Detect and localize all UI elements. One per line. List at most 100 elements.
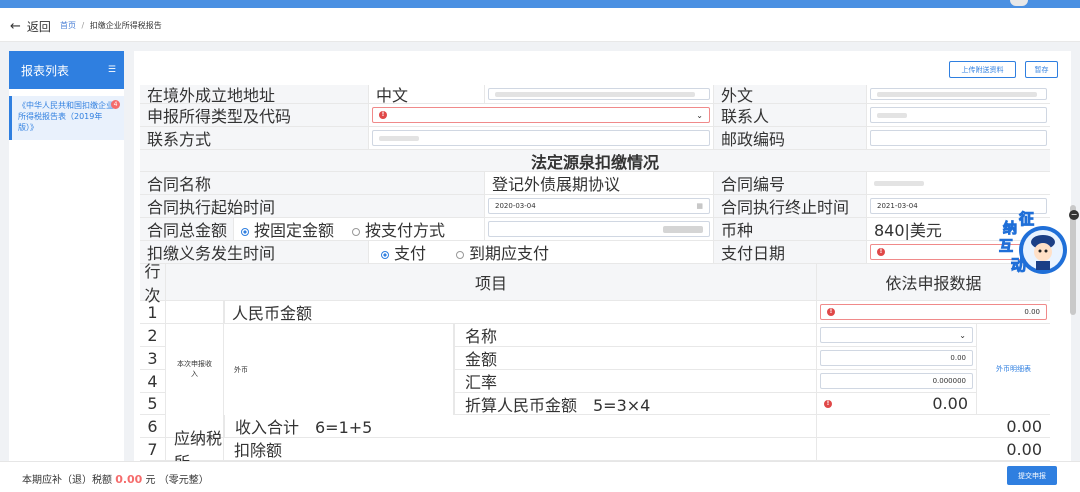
- field-label: 合同编号: [714, 172, 867, 194]
- currency-name-field[interactable]: ⌄: [817, 324, 977, 347]
- currency-name-select[interactable]: ⌄: [820, 327, 973, 343]
- contract-amount-field[interactable]: [485, 218, 714, 240]
- breadcrumb-home[interactable]: 首页: [60, 21, 76, 30]
- row-label: 扣除额: [224, 438, 817, 460]
- back-button[interactable]: ← 返回: [10, 18, 51, 35]
- mascot-widget[interactable]: 征 纳 互 动: [997, 210, 1073, 282]
- rmb-amount-input[interactable]: ! 0.00: [820, 304, 1047, 320]
- avatar[interactable]: [1010, 0, 1028, 6]
- form-row: 合同名称 登记外债展期协议 合同编号: [140, 172, 1050, 195]
- report-form: 在境外成立地地址 中文 外文 申报所得类型及代码 ! ⌄ 联系人 联系方式 邮政编…: [140, 85, 1050, 461]
- mascot-char: 互: [999, 239, 1014, 256]
- foreign-amount-field[interactable]: 0.00: [817, 347, 977, 370]
- sidebar-item-label: 《中华人民共和国扣缴企业所得税报告表（2019年版）》: [18, 101, 114, 132]
- radio-due[interactable]: 到期应支付: [456, 240, 549, 264]
- row-number: 7: [140, 438, 166, 460]
- field-label: 合同总金额: [140, 218, 234, 240]
- page-header: ← 返回 首页 / 扣缴企业所得税报告: [0, 8, 1080, 42]
- section-title-label: 法定源泉扣缴情况: [530, 152, 659, 172]
- deduction-value: 0.00: [1006, 439, 1042, 459]
- contract-start-date-input[interactable]: 2020-03-04 ▦: [488, 198, 710, 214]
- form-row: 在境外成立地地址 中文 外文: [140, 85, 1050, 105]
- field-label: 币种: [714, 218, 867, 240]
- address-cn-field[interactable]: [485, 85, 714, 103]
- error-icon: !: [877, 248, 885, 256]
- save-draft-button[interactable]: 暂存: [1025, 61, 1058, 78]
- sidebar-item-report[interactable]: 《中华人民共和国扣缴企业所得税报告表（2019年版）》 4: [9, 96, 124, 140]
- row-label: 名称: [454, 324, 817, 347]
- field-label: 扣缴义务发生时间: [140, 241, 369, 263]
- chevron-down-icon: ⌄: [696, 110, 703, 120]
- table-row: 5 折算人民币金额 5=3×4 ! 0.00: [140, 393, 1050, 415]
- radio-fixed-amount[interactable]: 按固定金额: [241, 217, 334, 241]
- contact-phone-input[interactable]: [372, 130, 710, 146]
- field-label: 邮政编码: [714, 127, 867, 149]
- foreign-amount-input[interactable]: 0.00: [820, 350, 973, 366]
- field-label: 联系方式: [140, 127, 369, 149]
- field-label: 外文: [714, 85, 867, 105]
- error-icon: !: [379, 111, 387, 119]
- address-foreign-input[interactable]: [870, 88, 1047, 100]
- sidebar: 报表列表 ☰ 《中华人民共和国扣缴企业所得税报告表（2019年版）》 4: [9, 51, 124, 461]
- field-label: 合同名称: [140, 172, 485, 194]
- table-row: 3 金额 0.00: [140, 347, 1050, 370]
- income-total-value: 0.00: [1006, 416, 1042, 436]
- row-label: 汇率: [454, 370, 817, 393]
- tax-due-words: （零元整）: [158, 475, 209, 486]
- tax-due-label: 本期应补（退）税额: [22, 475, 112, 486]
- rmb-amount-field[interactable]: ! 0.00: [817, 301, 1050, 323]
- contact-person-input[interactable]: [870, 107, 1047, 123]
- income-type-field[interactable]: ! ⌄: [369, 104, 714, 126]
- table-row: 7 应纳税所 扣除额 0.00: [140, 429, 1050, 461]
- arrow-left-icon: ←: [10, 19, 21, 34]
- chevron-down-icon: ⌄: [959, 330, 966, 340]
- exchange-rate-input[interactable]: 0.000000: [820, 373, 973, 389]
- radio-by-payment[interactable]: 按支付方式: [352, 217, 445, 241]
- contract-amount-mode: 按固定金额 按支付方式: [234, 218, 485, 240]
- income-type-select[interactable]: ! ⌄: [372, 107, 710, 123]
- table-row: 1 人民币金额 ! 0.00: [140, 301, 1050, 324]
- submit-declaration-button[interactable]: 提交申报: [1007, 466, 1057, 485]
- contract-end-date: 2021-03-04: [877, 202, 918, 210]
- radio-unchecked-icon: [352, 227, 361, 236]
- form-row: 扣缴义务发生时间 支付 到期应支付 支付日期 !: [140, 241, 1050, 264]
- row-number: 4: [140, 370, 166, 393]
- table-row: 2 名称 ⌄: [140, 324, 1050, 347]
- form-row: 申报所得类型及代码 ! ⌄ 联系人: [140, 104, 1050, 127]
- postal-code-input[interactable]: [870, 130, 1047, 146]
- back-label: 返回: [26, 20, 51, 34]
- address-cn-input[interactable]: [488, 88, 710, 100]
- contact-person-field[interactable]: [867, 104, 1050, 126]
- radio-checked-icon: [381, 250, 389, 259]
- main-panel: 上传附送资料 暂存 在境外成立地地址 中文 外文 申报所得类型及代码 ! ⌄ 联系…: [134, 51, 1071, 461]
- field-label: 合同执行起始时间: [140, 195, 485, 217]
- error-icon: !: [824, 399, 832, 408]
- exchange-rate-field[interactable]: 0.000000: [817, 370, 977, 393]
- contract-amount-input[interactable]: [488, 221, 710, 237]
- top-accent-bar: [0, 0, 1080, 8]
- field-label: 在境外成立地地址: [140, 85, 369, 105]
- foreign-detail-link[interactable]: 外币明细表: [977, 324, 1050, 415]
- calendar-icon: ▦: [696, 202, 703, 210]
- group-next-label: 应纳税所: [166, 429, 224, 461]
- table-row: 6 收入合计 6=1+5 0.00: [140, 415, 1050, 438]
- sidebar-title: 报表列表 ☰: [9, 51, 124, 89]
- radio-paid[interactable]: 支付: [381, 240, 426, 264]
- table-row: 4 汇率 0.000000: [140, 370, 1050, 393]
- table-header: 行次 项目 依法申报数据: [140, 262, 1050, 305]
- address-foreign-field[interactable]: [867, 85, 1050, 103]
- tax-due-summary: 本期应补（退）税额 0.00 元 （零元整）: [22, 471, 209, 486]
- upload-attachments-button[interactable]: 上传附送资料: [949, 61, 1016, 78]
- field-label: 联系人: [714, 104, 867, 126]
- contract-start-field[interactable]: 2020-03-04 ▦: [485, 195, 714, 217]
- breadcrumb: 首页 / 扣缴企业所得税报告: [60, 20, 162, 31]
- radio-unchecked-icon: [456, 250, 465, 259]
- tax-due-unit: 元: [145, 475, 156, 486]
- form-row: 联系方式 邮政编码: [140, 127, 1050, 150]
- tax-due-amount: 0.00: [115, 473, 143, 486]
- contact-phone-field[interactable]: [369, 127, 714, 149]
- list-menu-icon[interactable]: ☰: [108, 65, 116, 75]
- breadcrumb-separator: /: [81, 21, 85, 30]
- radio-checked-icon: [241, 227, 249, 236]
- postal-code-field[interactable]: [867, 127, 1050, 149]
